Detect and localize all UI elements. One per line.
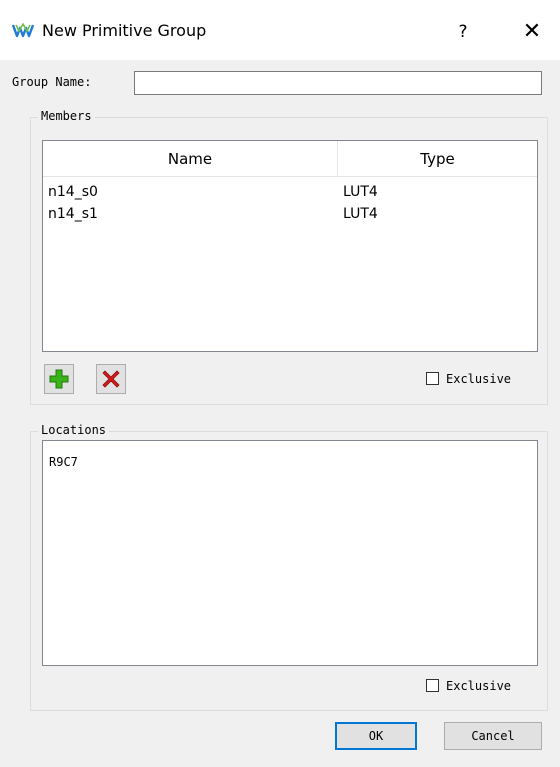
ok-button[interactable]: OK	[335, 722, 417, 750]
gowin-logo-icon	[12, 23, 34, 38]
member-name-cell: n14_s0	[48, 184, 98, 200]
members-exclusive-checkbox[interactable]	[426, 372, 439, 385]
member-name-cell: n14_s1	[48, 206, 98, 222]
locations-legend: Locations	[38, 423, 110, 437]
help-button[interactable]: ?	[448, 18, 478, 46]
close-button[interactable]: ✕	[515, 18, 549, 46]
members-exclusive-label[interactable]: Exclusive	[446, 372, 511, 386]
locations-exclusive-label[interactable]: Exclusive	[446, 679, 511, 693]
cancel-button[interactable]: Cancel	[444, 722, 542, 750]
group-name-label: Group Name:	[12, 75, 92, 89]
member-type-cell: LUT4	[343, 206, 378, 222]
plus-icon	[49, 369, 69, 389]
location-value: R9C7	[49, 455, 78, 469]
remove-member-button[interactable]	[96, 364, 126, 394]
locations-textarea[interactable]: R9C7	[42, 440, 538, 666]
column-header-name[interactable]: Name	[43, 141, 338, 177]
title-bar: New Primitive Group ? ✕	[0, 0, 560, 60]
delete-x-icon	[102, 370, 120, 388]
locations-exclusive-checkbox[interactable]	[426, 679, 439, 692]
members-legend: Members	[38, 109, 95, 123]
member-type-cell: LUT4	[343, 184, 378, 200]
window-title: New Primitive Group	[42, 21, 207, 40]
members-table[interactable]: Name Type n14_s0 LUT4 n14_s1 LUT4	[42, 140, 538, 352]
group-name-input[interactable]	[134, 71, 542, 95]
add-member-button[interactable]	[44, 364, 74, 394]
column-header-type[interactable]: Type	[338, 141, 537, 177]
